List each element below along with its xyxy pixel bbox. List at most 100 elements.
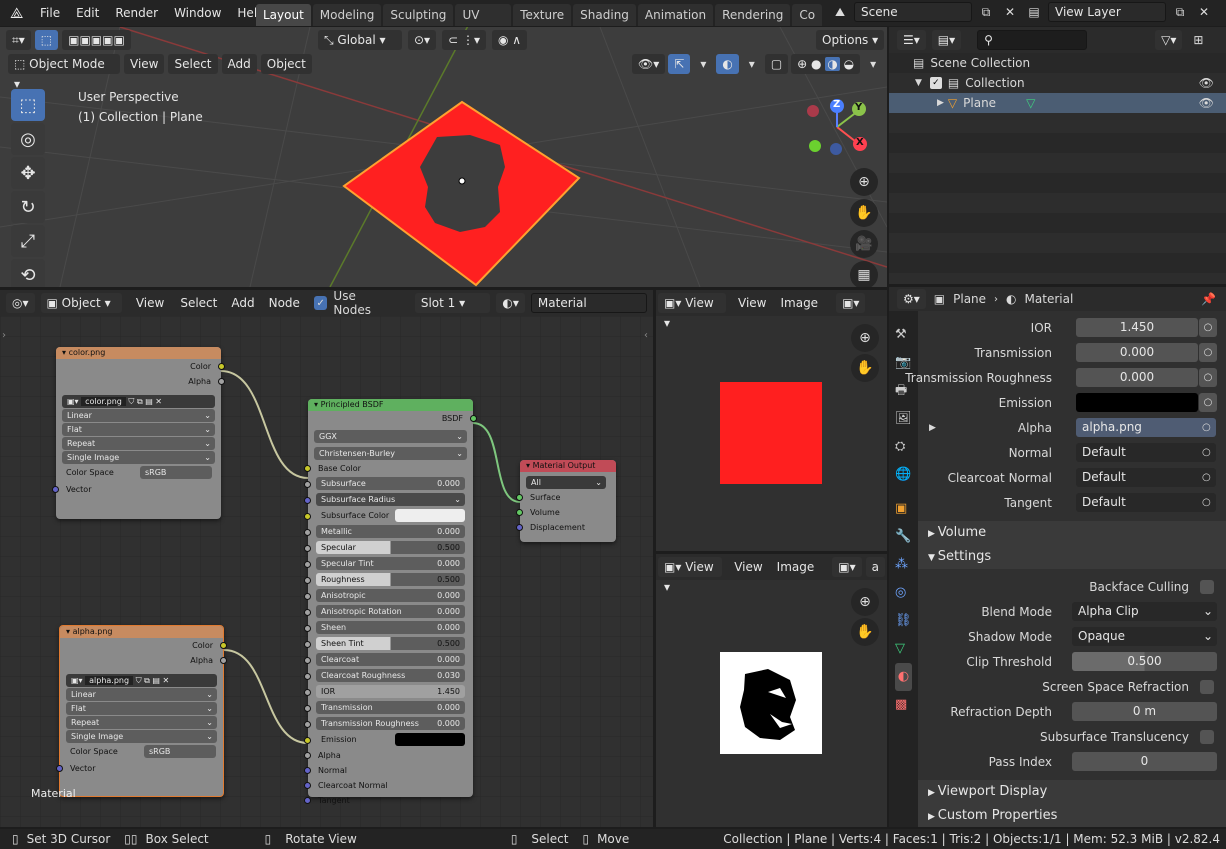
modifier-tab-icon[interactable]: 🔧 [895, 523, 912, 551]
select-box-tool-icon[interactable]: ⬚ [11, 89, 45, 121]
node-menu-node[interactable]: Node [267, 292, 302, 314]
scene-name-field[interactable]: Scene [854, 2, 972, 22]
bsdf-input-field[interactable]: Transmission Roughness 0.000 [316, 717, 465, 730]
image-menu-view[interactable]: View [730, 292, 774, 314]
transmission-field[interactable]: 0.000 [1076, 343, 1198, 362]
outliner-row-collection[interactable]: ▼ ✓ ▤ Collection 👁 [889, 73, 1226, 93]
link-socket-icon[interactable]: ○ [1199, 393, 1217, 412]
gizmo-dropdown-icon[interactable]: ▾ [693, 54, 713, 74]
view-layer-field[interactable]: View Layer [1048, 2, 1166, 22]
image-editor-mode-select[interactable]: ▣▾ View ▾ [658, 293, 726, 330]
input-socket[interactable] [304, 481, 311, 488]
viewport-menu-select[interactable]: Select [168, 54, 218, 74]
image-texture-node-color[interactable]: ▾ color.png Color Alpha ▣▾ color.png ⛉ ⧉… [52, 347, 225, 519]
transmission-roughness-field[interactable]: 0.000 [1076, 368, 1198, 387]
input-socket[interactable] [304, 737, 311, 744]
transform-orientation-select[interactable]: ⤡ Global ▾ [318, 30, 402, 50]
copy-scene-icon[interactable]: ⧉ [976, 2, 996, 22]
input-socket[interactable] [304, 609, 311, 616]
transform-tool-icon[interactable]: ⟲ [11, 259, 45, 287]
menu-render[interactable]: Render [107, 2, 166, 24]
input-socket[interactable] [304, 689, 311, 696]
image-name-field[interactable]: a [865, 557, 885, 577]
proportional-edit-toggle[interactable]: ◉ ∧ [491, 30, 528, 50]
color-space-select[interactable]: sRGB [144, 745, 216, 758]
image-editor-bottom[interactable]: ▣▾ View ▾ View Image ▣▾ a ⊕ ✋ [656, 554, 887, 827]
ior-field[interactable]: 1.450 [1076, 318, 1198, 337]
object-mode-select[interactable]: ⬚ Object Mode ▾ [8, 54, 120, 91]
properties-editor[interactable]: ⚙▾ ▣ Plane › ◐ Material 📌 ⚒ 📷 🖶 🖼 ⛭ 🌐 ▣ … [889, 287, 1226, 827]
bsdf-input-field[interactable]: Clearcoat 0.000 [316, 653, 465, 666]
input-socket[interactable] [304, 721, 311, 728]
menu-window[interactable]: Window [166, 2, 229, 24]
hand-pan-icon[interactable]: ✋ [850, 199, 878, 227]
visibility-eye-icon[interactable]: 👁 [1199, 96, 1214, 110]
camera-icon[interactable]: 🎥 [850, 230, 878, 258]
link-socket-icon[interactable]: ○ [1199, 318, 1217, 337]
blender-logo-icon[interactable]: ⟁ [10, 4, 32, 22]
outliner-row-scene-collection[interactable]: ▤ Scene Collection [889, 53, 1226, 73]
snap-toggle[interactable]: ⊂ ⋮▾ [442, 30, 486, 50]
input-socket[interactable] [304, 529, 311, 536]
input-socket[interactable] [304, 497, 311, 504]
bsdf-input-field[interactable]: Metallic 0.000 [316, 525, 465, 538]
visibility-eye-icon[interactable]: 👁 [1199, 76, 1214, 90]
shading-dropdown-icon[interactable]: ▾ [863, 54, 883, 74]
move-tool-icon[interactable]: ✥ [11, 157, 45, 189]
panel-custom-properties[interactable]: ▶ Custom Properties [918, 804, 1226, 827]
toolbar-expand-icon[interactable]: › [2, 330, 6, 341]
image-texture-node-alpha[interactable]: ▾ alpha.png Color Alpha ▣▾ alpha.png ⛉ ⧉… [56, 625, 227, 797]
input-socket[interactable] [304, 545, 311, 552]
clip-threshold-slider[interactable]: 0.500 [1072, 652, 1217, 671]
shader-type-select[interactable]: ▣ Object ▾ [40, 293, 122, 313]
tab-modeling[interactable]: Modeling [312, 4, 382, 26]
color-space-select[interactable]: sRGB [140, 466, 212, 479]
bsdf-input-field[interactable]: Clearcoat Roughness 0.030 [316, 669, 465, 682]
clearcoat-normal-link-field[interactable]: Default [1076, 468, 1216, 487]
visibility-icon[interactable]: 👁▾ [632, 54, 666, 74]
blend-mode-select[interactable]: Alpha Clip ⌄ [1072, 602, 1217, 621]
pivot-point-select[interactable]: ⊙▾ [408, 30, 437, 50]
image-browse-icon[interactable]: ▣▾ [832, 557, 862, 577]
image-menu-image[interactable]: Image [778, 292, 820, 314]
backface-culling-checkbox[interactable] [1200, 579, 1214, 594]
bsdf-input-field[interactable]: Subsurface Color [316, 509, 465, 522]
principled-bsdf-node[interactable]: ▾ Principled BSDF BSDF GGX ⌄ Christensen-… [304, 399, 477, 805]
link-socket-icon[interactable]: ○ [1199, 343, 1217, 362]
menu-edit[interactable]: Edit [68, 2, 107, 24]
image-editor-top[interactable]: ▣▾ View ▾ View Image ▣▾ ⊕ ✋ [656, 290, 887, 551]
selection-mode-buttons[interactable]: ▣▣▣▣▣ [62, 30, 131, 50]
outliner-search-input[interactable]: ⚲ [977, 30, 1088, 50]
material-browse-icon[interactable]: ◐▾ [496, 293, 525, 313]
bsdf-input-field[interactable]: Subsurface 0.000 [316, 477, 465, 490]
link-socket-icon[interactable]: ○ [1199, 368, 1217, 387]
outliner-type-icon[interactable]: ☰▾ [897, 30, 926, 50]
extension-select[interactable]: Repeat ⌄ [66, 716, 217, 729]
emission-color-swatch[interactable] [1076, 393, 1198, 412]
rotate-tool-icon[interactable]: ↻ [11, 191, 45, 223]
image-menu-view[interactable]: View [726, 556, 770, 578]
target-select[interactable]: All ⌄ [526, 476, 606, 489]
close-scene-icon[interactable]: ✕ [1000, 2, 1020, 22]
viewport-menu-view[interactable]: View [124, 54, 165, 74]
zoom-icon[interactable]: ⊕ [850, 168, 878, 196]
expand-arrow-icon[interactable]: ▼ [915, 78, 922, 88]
shading-modes[interactable]: ⊕ ● ◑ ◒ [791, 54, 861, 74]
options-button[interactable]: Options ▾ [816, 30, 885, 50]
subsurface-color-swatch[interactable] [395, 509, 465, 522]
shadow-mode-select[interactable]: Opaque ⌄ [1072, 627, 1217, 646]
outliner[interactable]: ☰▾ ▤▾ ⚲ ▽▾ ⊞ ▤ Scene Collection ▼ ✓ ▤ Co… [889, 27, 1226, 284]
alpha-link-field[interactable]: alpha.png [1076, 418, 1216, 437]
viewport-menu-add[interactable]: Add [221, 54, 257, 74]
node-editor-type-icon[interactable]: ◎▾ [6, 293, 35, 313]
overlay-toggle-icon[interactable]: ◐ [716, 54, 739, 74]
editor-type-button[interactable]: ⌗▾ [6, 30, 31, 50]
hand-pan-icon[interactable]: ✋ [851, 354, 879, 382]
hand-pan-icon[interactable]: ✋ [851, 618, 879, 646]
tab-rendering[interactable]: Rendering [715, 4, 791, 26]
input-socket[interactable] [304, 593, 311, 600]
expand-arrow-icon[interactable]: ▶ [929, 423, 936, 433]
screen-space-refraction-checkbox[interactable] [1200, 679, 1214, 694]
link-socket-icon[interactable]: ○ [1202, 422, 1211, 433]
input-socket[interactable] [304, 561, 311, 568]
